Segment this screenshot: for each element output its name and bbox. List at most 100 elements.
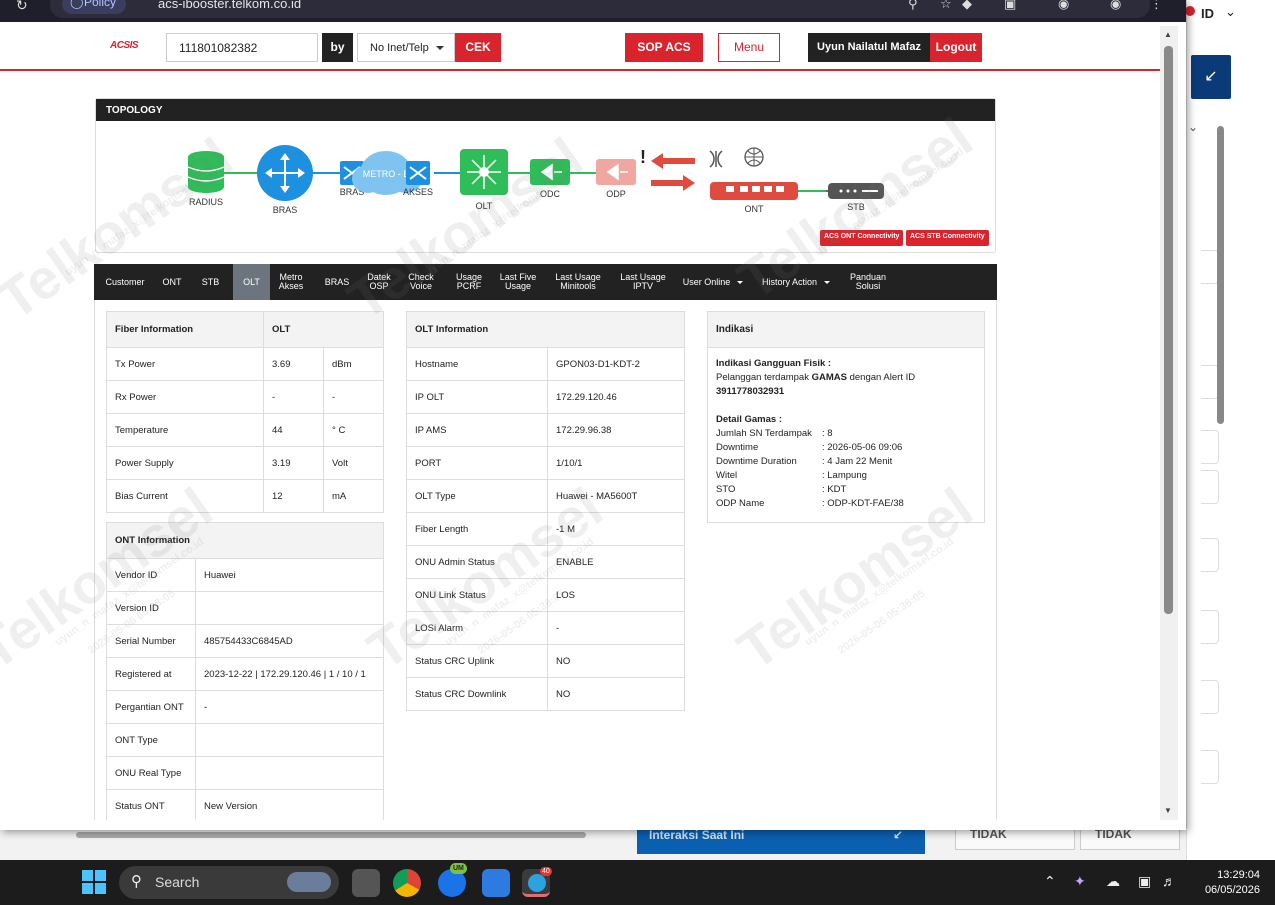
menu-button[interactable]: Menu: [718, 33, 780, 62]
sop-acs-button[interactable]: SOP ACS: [625, 33, 703, 62]
tab-customer[interactable]: Customer: [94, 264, 156, 300]
topology-title: TOPOLOGY: [96, 99, 995, 121]
volume-icon[interactable]: ♬: [1162, 873, 1176, 889]
chevron-down-icon[interactable]: ⌄: [1188, 120, 1198, 134]
row-label: IP OLT: [406, 380, 548, 414]
bg-horizontal-scrollbar[interactable]: [76, 832, 586, 838]
tab-last-usage-minitools[interactable]: Last Usage Minitools: [544, 264, 612, 300]
telegram-icon[interactable]: 40: [522, 867, 552, 897]
stb-box-icon[interactable]: [828, 183, 884, 199]
tab-last-usage-iptv[interactable]: Last Usage IPTV: [612, 264, 674, 300]
row-value: -: [263, 380, 324, 414]
language-label[interactable]: ID: [1201, 6, 1214, 21]
reload-icon[interactable]: ↻: [16, 0, 28, 12]
tab-ont[interactable]: ONT: [156, 264, 188, 300]
cek-button[interactable]: CEK: [455, 33, 501, 62]
gangguan-text: Pelanggan terdampak GAMAS dengan Alert I…: [716, 372, 916, 383]
camera-icon[interactable]: ◉: [1058, 0, 1069, 12]
tab-metro-akses[interactable]: Metro Akses: [270, 264, 312, 300]
taskbar-search[interactable]: ⚲ Search: [119, 866, 339, 899]
tab-datek-osp[interactable]: Datek OSP: [362, 264, 396, 300]
tab-olt[interactable]: OLT: [233, 264, 270, 300]
bookmark-star-icon[interactable]: ☆: [940, 0, 952, 12]
row-value: -: [195, 690, 384, 724]
tab-usage-pcrf[interactable]: Usage PCRF: [446, 264, 492, 300]
row-label: ONT Type: [106, 723, 196, 757]
tab-stb[interactable]: STB: [188, 264, 233, 300]
more-menu-icon[interactable]: ⋮: [1150, 0, 1163, 12]
ont-modem-icon[interactable]: [710, 182, 798, 200]
radius-database-icon[interactable]: [187, 151, 225, 193]
olt-header: OLT Information: [406, 311, 685, 348]
collapse-icon[interactable]: ↙: [1191, 55, 1231, 99]
table-row: Power Supply 3.19 Volt: [106, 446, 384, 480]
row-value: 172.29.96.38: [547, 413, 685, 447]
row-value: -1 M: [547, 512, 685, 546]
metro-label: METRO - E: [363, 169, 410, 179]
table-row: Serial Number 485754433C6845AD: [106, 624, 384, 658]
search-icon[interactable]: ⚲: [908, 0, 918, 12]
tab-panduan-solusi[interactable]: Panduan Solusi: [840, 264, 896, 300]
akses-switch-icon[interactable]: [406, 161, 430, 185]
tab-user-online[interactable]: User Online: [674, 264, 752, 300]
onedrive-icon[interactable]: ☁: [1106, 873, 1120, 890]
gangguan-title: Indikasi Gangguan Fisik :: [716, 358, 832, 369]
row-unit: dBm: [323, 347, 384, 381]
windows-start-icon[interactable]: [82, 870, 106, 894]
odp-splitter-icon[interactable]: [596, 159, 636, 185]
row-label: Bias Current: [106, 479, 264, 513]
alert-mark: !: [640, 147, 646, 167]
row-label: Status CRC Downlink: [406, 677, 548, 711]
page-scrollbar[interactable]: ▲ ▼: [1160, 26, 1178, 820]
task-view-icon[interactable]: [352, 869, 380, 897]
odc-splitter-icon[interactable]: [530, 159, 570, 185]
extension-icon[interactable]: ◆: [962, 0, 972, 12]
row-label: LOSi Alarm: [406, 611, 548, 645]
extensions-puzzle-icon[interactable]: ▣: [1004, 0, 1016, 12]
chrome-icon[interactable]: [393, 869, 421, 897]
tray-app-icon[interactable]: ✦: [1074, 873, 1086, 890]
row-label: Status ONT: [106, 789, 196, 820]
caret-down-icon: [824, 280, 831, 284]
notification-dot: [1185, 6, 1195, 16]
scroll-down-icon[interactable]: ▼: [1164, 806, 1172, 815]
row-label: Temperature: [106, 413, 264, 447]
network-icon[interactable]: ▣: [1138, 873, 1151, 890]
globe-icon: [744, 147, 764, 167]
tab-history-action[interactable]: History Action: [752, 264, 840, 300]
profile-icon[interactable]: ◉: [1110, 0, 1121, 12]
tab-check-voice[interactable]: Check Voice: [396, 264, 446, 300]
detail-gamas-title: Detail Gamas :: [716, 414, 782, 425]
row-label: IP AMS: [406, 413, 548, 447]
scrollbar-thumb[interactable]: [1164, 46, 1173, 614]
row-value: [195, 591, 384, 625]
chevron-down-icon[interactable]: ⌄: [1225, 4, 1236, 20]
tray-chevron-up-icon[interactable]: ⌃: [1044, 873, 1056, 890]
service-number-input[interactable]: [166, 33, 318, 62]
filter-select[interactable]: No Inet/Telp: [357, 33, 455, 62]
url-text[interactable]: acs-ibooster.telkom.co.id: [158, 0, 301, 11]
table-row: ONU Real Type: [106, 756, 384, 790]
bras-router-icon[interactable]: [257, 145, 313, 201]
olt-hub-icon[interactable]: [460, 149, 508, 195]
row-unit: ° C: [323, 413, 384, 447]
browser-window: ↻ ◯ Policy acs-ibooster.telkom.co.id ⚲ ☆ …: [0, 0, 1186, 830]
row-label: Version ID: [106, 591, 196, 625]
clock[interactable]: 13:29:04 06/05/2026: [1196, 868, 1260, 898]
row-label: ONU Link Status: [406, 578, 548, 612]
bg-scrollbar[interactable]: [1214, 108, 1226, 848]
table-row: Tx Power 3.69 dBm: [106, 347, 384, 381]
row-label: Rx Power: [106, 380, 264, 414]
tab-last-five-usage[interactable]: Last Five Usage: [492, 264, 544, 300]
tab-bras[interactable]: BRAS: [312, 264, 362, 300]
notepad-icon[interactable]: [482, 869, 510, 897]
acs-ont-connectivity-button[interactable]: ACS ONT Connectivity: [820, 230, 904, 246]
acs-stb-connectivity-button[interactable]: ACS STB Connectivity: [906, 230, 989, 246]
logout-button[interactable]: Logout: [930, 33, 982, 62]
row-value: ENABLE: [547, 545, 685, 579]
indikasi-panel: Indikasi Indikasi Gangguan Fisik : Pelan…: [707, 311, 985, 523]
acsis-logo[interactable]: ACSIS: [110, 40, 139, 51]
policy-chip[interactable]: ◯ Policy: [62, 0, 127, 14]
edge-icon[interactable]: UM: [438, 863, 467, 897]
scroll-up-icon[interactable]: ▲: [1164, 30, 1172, 39]
